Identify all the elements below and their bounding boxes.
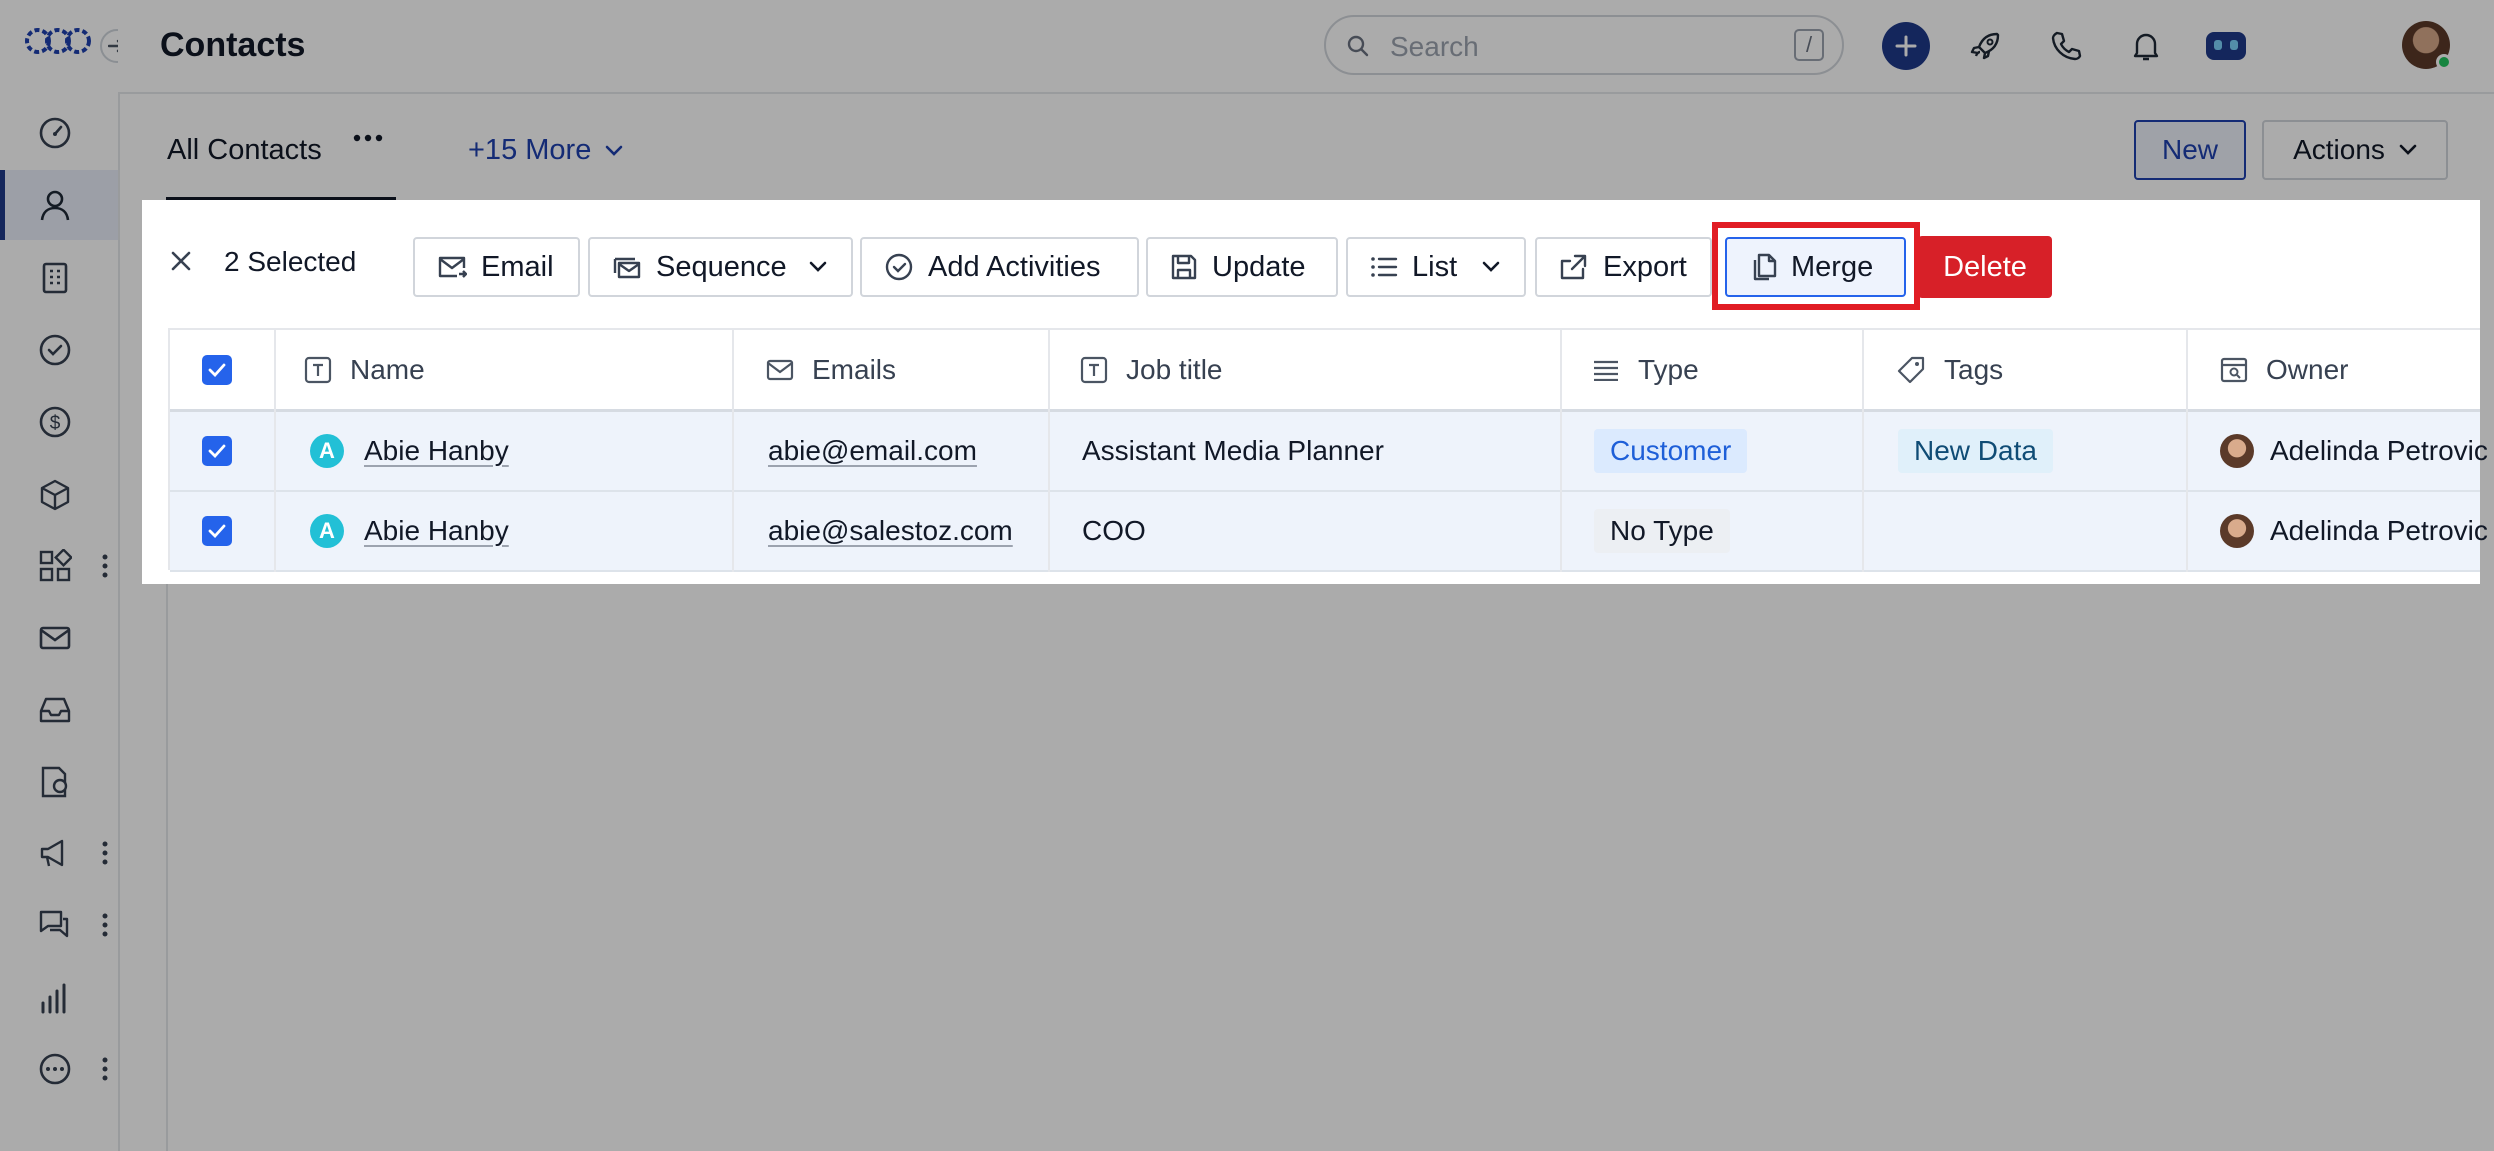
owner-avatar: [2220, 434, 2254, 468]
contact-avatar: A: [310, 514, 344, 548]
update-button-label: Update: [1212, 250, 1306, 283]
merge-highlight-box: [1712, 222, 1920, 310]
column-header-emails[interactable]: Emails: [766, 330, 896, 409]
select-all-checkbox[interactable]: [202, 330, 232, 409]
save-icon: [1171, 254, 1197, 280]
table-header-row: Name Emails Job title Type Tags Owner: [170, 330, 2480, 412]
owner-name: Adelinda Petrovic: [2270, 515, 2488, 546]
email-link[interactable]: abie@email.com: [768, 435, 977, 467]
export-button[interactable]: Export: [1535, 237, 1712, 297]
email-button[interactable]: Email: [413, 237, 580, 297]
tags-cell: New Data: [1898, 412, 2053, 490]
column-divider: [1560, 330, 1562, 572]
list-button-label: List: [1412, 250, 1458, 283]
column-divider: [1862, 330, 1864, 572]
text-field-icon: [304, 356, 332, 383]
delete-button[interactable]: Delete: [1918, 236, 2052, 298]
tag-badge: New Data: [1898, 429, 2053, 473]
contact-avatar: A: [310, 434, 344, 468]
email-button-label: Email: [481, 250, 554, 283]
export-icon: [1560, 254, 1587, 280]
export-button-label: Export: [1603, 250, 1687, 283]
email-cell[interactable]: abie@email.com: [768, 412, 977, 490]
checkmark-icon: [208, 444, 226, 458]
close-icon[interactable]: [170, 250, 192, 272]
owner-cell[interactable]: Adelinda Petrovic: [2220, 412, 2488, 490]
job-title-cell: Assistant Media Planner: [1082, 435, 1384, 466]
text-field-icon: [1080, 356, 1108, 383]
type-cell: No Type: [1594, 492, 1730, 570]
column-header-type-label: Type: [1638, 353, 1699, 385]
tag-icon: [1897, 356, 1925, 383]
add-activities-button[interactable]: Add Activities: [860, 237, 1139, 297]
column-header-name-label: Name: [350, 353, 425, 385]
chevron-down-icon: [1482, 261, 1500, 272]
email-icon: [766, 359, 794, 380]
column-header-owner[interactable]: Owner: [2220, 330, 2348, 409]
list-dropdown[interactable]: List: [1346, 237, 1526, 297]
table-row[interactable]: A Abie Hanby abie@email.com Assistant Me…: [170, 412, 2488, 492]
sequence-dropdown[interactable]: Sequence: [588, 237, 853, 297]
contacts-table: Name Emails Job title Type Tags Owner A …: [168, 328, 2488, 572]
type-badge: Customer: [1594, 429, 1748, 473]
column-header-tags[interactable]: Tags: [1896, 330, 2003, 409]
row-checkbox[interactable]: [202, 412, 232, 490]
selected-count: 2 Selected: [224, 246, 357, 277]
row-checkbox[interactable]: [202, 492, 232, 570]
contact-name-cell[interactable]: A Abie Hanby: [310, 492, 509, 570]
column-header-name[interactable]: Name: [304, 330, 425, 409]
column-divider: [2186, 330, 2188, 572]
column-divider: [274, 330, 276, 572]
add-activities-label: Add Activities: [928, 250, 1101, 283]
email-cell[interactable]: abie@salestoz.com: [768, 492, 1013, 570]
dropdown-field-icon: [1594, 360, 1618, 381]
owner-cell[interactable]: Adelinda Petrovic: [2220, 492, 2488, 570]
column-divider: [732, 330, 734, 572]
column-header-job-title-label: Job title: [1126, 353, 1223, 385]
chevron-down-icon: [809, 261, 827, 272]
type-cell: Customer: [1594, 412, 1748, 490]
job-title-cell: COO: [1082, 515, 1146, 546]
sequence-button-label: Sequence: [656, 250, 787, 283]
column-header-owner-label: Owner: [2266, 353, 2349, 385]
owner-avatar: [2220, 514, 2254, 548]
column-divider: [1048, 330, 1050, 572]
email-link[interactable]: abie@salestoz.com: [768, 515, 1013, 547]
email-send-icon: [438, 256, 467, 278]
checkmark-icon: [208, 524, 226, 538]
type-badge: No Type: [1594, 509, 1730, 553]
column-header-emails-label: Emails: [812, 353, 897, 385]
contact-name-cell[interactable]: A Abie Hanby: [310, 412, 509, 490]
sequence-icon: [613, 257, 641, 279]
column-header-job-title[interactable]: Job title: [1080, 330, 1223, 409]
list-icon: [1371, 257, 1398, 277]
column-header-type[interactable]: Type: [1592, 330, 1699, 409]
update-button[interactable]: Update: [1146, 237, 1338, 297]
owner-name: Adelinda Petrovic: [2270, 435, 2488, 466]
column-header-tags-label: Tags: [1944, 353, 2004, 385]
owner-field-icon: [2220, 357, 2248, 382]
check-circle-icon: [885, 253, 913, 281]
checkmark-icon: [208, 363, 226, 377]
bulk-actions-panel: 2 Selected Email Sequence Add Activities…: [142, 200, 2488, 584]
contact-name-link[interactable]: Abie Hanby: [364, 515, 509, 547]
contact-name-link[interactable]: Abie Hanby: [364, 435, 509, 467]
table-row[interactable]: A Abie Hanby abie@salestoz.com COO No Ty…: [170, 492, 2488, 572]
